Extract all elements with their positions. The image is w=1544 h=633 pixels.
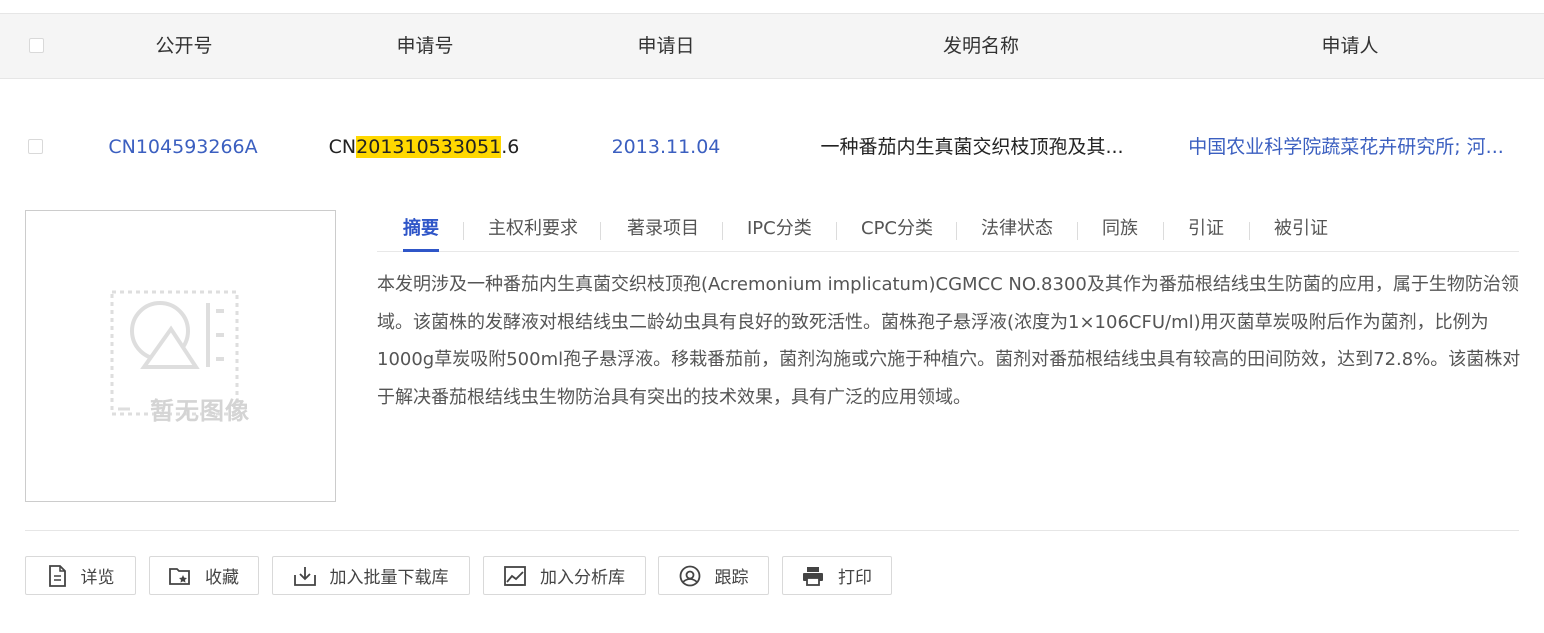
tab-separator [1163, 222, 1164, 240]
divider [25, 530, 1519, 531]
tab-cpc[interactable]: CPC分类 [861, 211, 933, 251]
analysis-button[interactable]: 加入分析库 [483, 556, 646, 595]
invention-title[interactable]: 一种番茄内生真菌交织枝顶孢及其... [808, 132, 1136, 162]
tab-citations[interactable]: 引证 [1188, 211, 1224, 251]
print-label: 打印 [838, 568, 872, 588]
folder-star-icon [169, 567, 190, 585]
favorite-label: 收藏 [205, 568, 239, 588]
app-no-prefix: CN [328, 136, 357, 158]
table-header: 公开号 申请号 申请日 发明名称 申请人 [0, 13, 1544, 79]
abstract-text: 本发明涉及一种番茄内生真菌交织枝顶孢(Acremonium implicatum… [377, 274, 1521, 408]
printer-icon [803, 566, 823, 586]
analysis-label: 加入分析库 [540, 568, 625, 588]
image-chart-icon [504, 565, 526, 586]
tab-separator [600, 222, 601, 240]
header-pub-no[interactable]: 公开号 [124, 14, 244, 78]
no-image-icon [110, 290, 239, 416]
tab-separator [1077, 222, 1078, 240]
track-label: 跟踪 [714, 568, 749, 588]
batch-download-button[interactable]: 加入批量下载库 [272, 556, 470, 595]
favorite-button[interactable]: 收藏 [149, 556, 259, 595]
download-icon [293, 566, 316, 586]
tab-abstract[interactable]: 摘要 [403, 211, 439, 252]
select-all-checkbox[interactable] [29, 38, 44, 53]
app-no: CN201310533051.6 [320, 132, 528, 162]
header-app-date[interactable]: 申请日 [606, 14, 726, 78]
tab-separator [956, 222, 957, 240]
tab-separator [722, 222, 723, 240]
tab-separator [1249, 222, 1250, 240]
document-icon [48, 564, 66, 587]
pub-no-link[interactable]: CN104593266A [92, 132, 274, 162]
radar-icon [679, 565, 700, 586]
header-app-no[interactable]: 申请号 [365, 14, 485, 78]
detail-button[interactable]: 详览 [25, 556, 136, 595]
tab-separator [463, 222, 464, 240]
header-title[interactable]: 发明名称 [881, 14, 1081, 78]
app-date-link[interactable]: 2013.11.04 [596, 132, 736, 162]
row-checkbox[interactable] [28, 139, 43, 154]
tab-separator [836, 222, 837, 240]
applicant-link[interactable]: 中国农业科学院蔬菜花卉研究所; 河... [1176, 132, 1516, 162]
print-button[interactable]: 打印 [782, 556, 892, 595]
track-button[interactable]: 跟踪 [658, 556, 769, 595]
no-image-placeholder: 暂无图像 [25, 210, 336, 502]
tab-family[interactable]: 同族 [1102, 211, 1138, 251]
app-no-suffix: .6 [501, 136, 520, 158]
detail-label: 详览 [80, 568, 115, 588]
tab-bibliographic[interactable]: 著录项目 [627, 211, 699, 251]
tab-main-claim[interactable]: 主权利要求 [488, 211, 578, 251]
header-applicant[interactable]: 申请人 [1250, 14, 1450, 78]
app-no-highlight: 201310533051 [356, 136, 502, 158]
no-image-text: 暂无图像 [150, 397, 250, 425]
tab-ipc[interactable]: IPC分类 [747, 211, 812, 251]
detail-tabs: 摘要 主权利要求 著录项目 IPC分类 CPC分类 法律状态 同族 引证 被引证 [377, 211, 1519, 252]
tab-legal-status[interactable]: 法律状态 [981, 211, 1053, 251]
tab-cited-by[interactable]: 被引证 [1274, 211, 1328, 251]
batch-download-label: 加入批量下载库 [329, 568, 449, 588]
